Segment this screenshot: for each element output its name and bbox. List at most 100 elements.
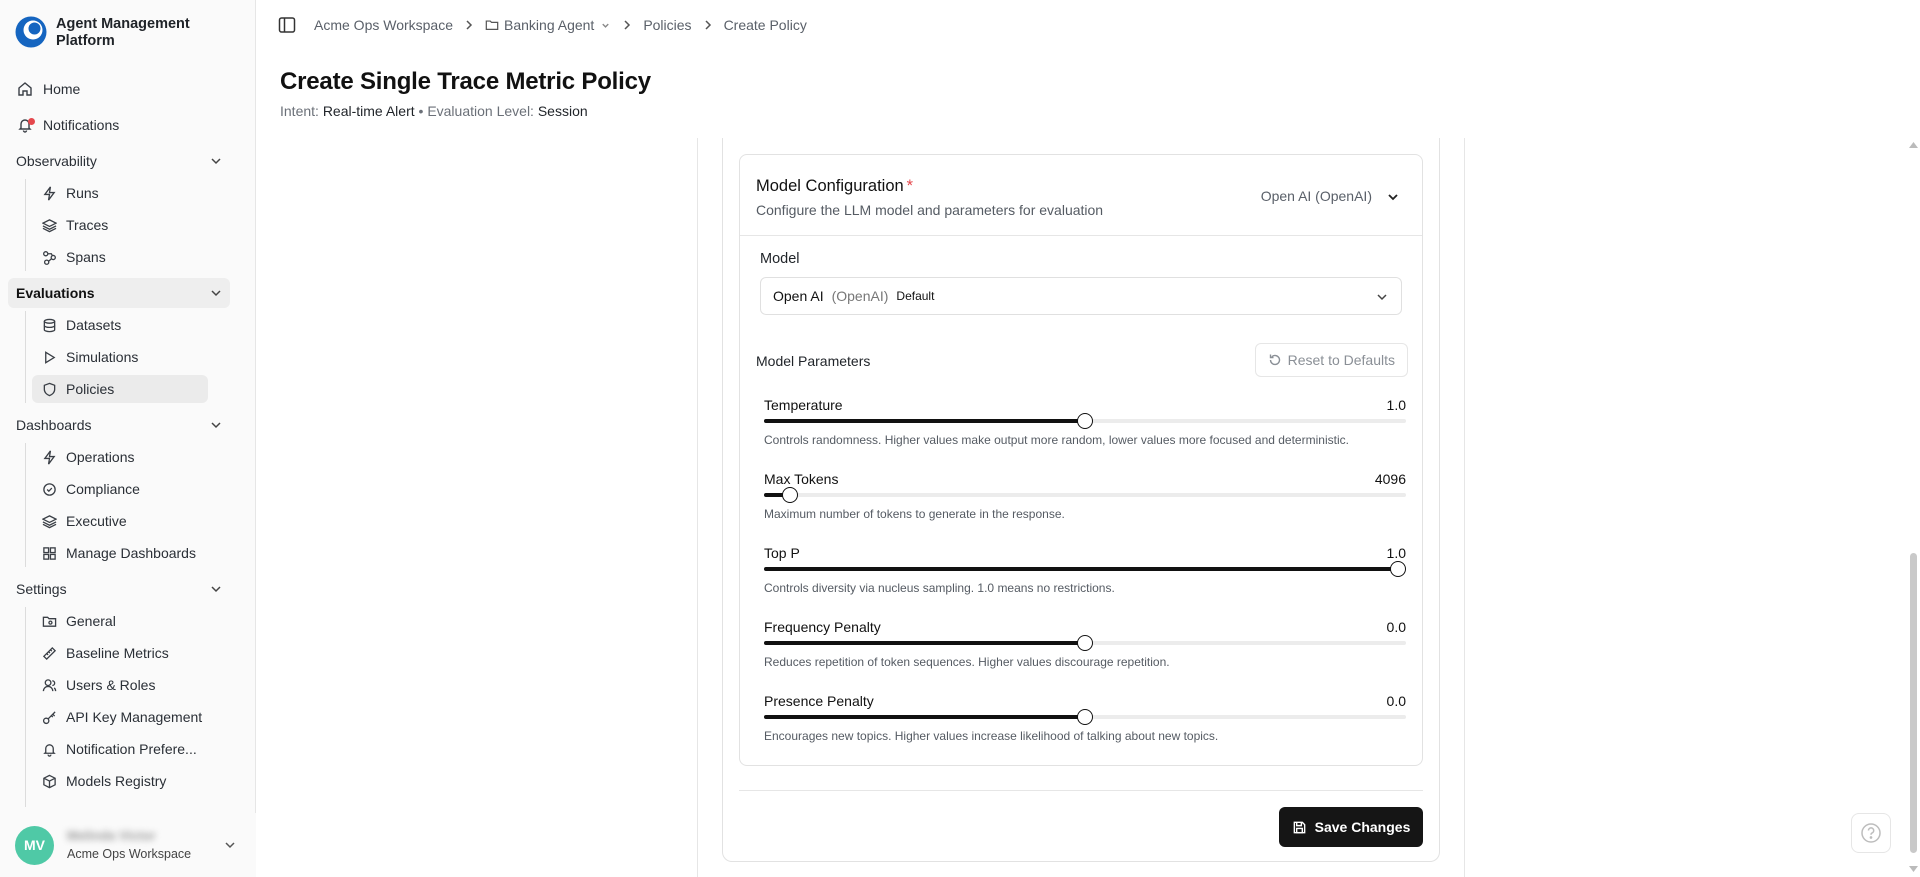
tree-line <box>25 311 26 403</box>
model-label: Model <box>760 251 800 267</box>
folder-icon <box>485 20 499 30</box>
avatar: MV <box>15 825 54 865</box>
slider-track[interactable] <box>764 487 1406 503</box>
workflow-icon <box>40 248 58 266</box>
breadcrumb: Acme Ops Workspace Banking Agent Policie… <box>314 17 807 33</box>
topbar: Acme Ops Workspace Banking Agent Policie… <box>256 0 1920 50</box>
slider-track[interactable] <box>764 561 1407 577</box>
section-evaluations[interactable]: Evaluations <box>8 278 230 308</box>
save-changes-label: Save Changes <box>1314 819 1411 835</box>
bell-settings-icon <box>40 740 58 758</box>
user-icon <box>40 676 58 694</box>
sidebar-item-spans[interactable]: Spans <box>32 243 208 271</box>
param-frequency-penalty: Frequency Penalty 0.0 Reduces repetition… <box>764 619 1406 681</box>
section-settings[interactable]: Settings <box>8 574 230 604</box>
nav-notifications[interactable]: Notifications <box>8 111 208 139</box>
sidebar-toggle-icon[interactable] <box>278 16 296 34</box>
slider-track[interactable] <box>764 413 1406 429</box>
param-help: Reduces repetition of token sequences. H… <box>764 655 1170 669</box>
model-configuration-card: Model Configuration * Configure the LLM m… <box>739 154 1423 766</box>
breadcrumb-policies[interactable]: Policies <box>643 17 691 33</box>
sidebar-item-label: Manage Dashboards <box>66 545 196 561</box>
sidebar-item-general[interactable]: General <box>32 607 208 635</box>
sidebar-item-traces[interactable]: Traces <box>32 211 208 239</box>
help-circle-icon <box>1861 823 1881 843</box>
sidebar-item-label: Executive <box>66 513 127 529</box>
param-max-tokens: Max Tokens 4096 Maximum number of tokens… <box>764 471 1406 533</box>
breadcrumb-agent[interactable]: Banking Agent <box>504 17 594 33</box>
model-select[interactable]: Open AI (OpenAI) Default <box>760 277 1402 315</box>
model-configuration-description: Configure the LLM model and parameters f… <box>756 202 1104 218</box>
slider-thumb[interactable] <box>781 487 798 503</box>
slider-fill <box>764 641 1085 645</box>
key-icon <box>40 708 58 726</box>
breadcrumb-workspace[interactable]: Acme Ops Workspace <box>314 17 453 33</box>
check-circle-icon <box>40 480 58 498</box>
scroll-down-icon[interactable] <box>1909 866 1918 872</box>
sidebar-item-label: Datasets <box>66 317 122 333</box>
reset-to-defaults-label: Reset to Defaults <box>1287 352 1395 368</box>
sidebar-item-label: Spans <box>66 249 106 265</box>
user-name: Melinda Victor <box>67 828 156 843</box>
user-menu[interactable]: MV Melinda Victor Acme Ops Workspace <box>0 813 256 877</box>
sidebar-item-models-registry[interactable]: Models Registry <box>32 767 208 795</box>
slider-track[interactable] <box>764 635 1406 651</box>
section-dashboards[interactable]: Dashboards <box>8 410 230 440</box>
sidebar-item-simulations[interactable]: Simulations <box>32 343 208 371</box>
database-icon <box>40 316 58 334</box>
sidebar-item-api-keys[interactable]: API Key Management <box>32 703 208 731</box>
home-icon <box>16 80 34 98</box>
chevron-down-icon <box>225 842 235 849</box>
param-presence-penalty: Presence Penalty 0.0 Encourages new topi… <box>764 693 1406 755</box>
chevron-down-icon[interactable] <box>1386 190 1400 204</box>
help-button[interactable] <box>1851 813 1891 853</box>
param-value: 1.0 <box>1386 397 1406 413</box>
ruler-icon <box>40 644 58 662</box>
notification-dot <box>28 118 35 125</box>
param-name: Presence Penalty <box>764 693 874 709</box>
sidebar-item-baseline-metrics[interactable]: Baseline Metrics <box>32 639 208 667</box>
section-observability[interactable]: Observability <box>8 146 230 176</box>
sidebar-item-runs[interactable]: Runs <box>32 179 208 207</box>
reset-to-defaults-button[interactable]: Reset to Defaults <box>1254 343 1408 377</box>
page-subtitle: Intent: Real-time Alert • Evaluation Lev… <box>280 103 588 119</box>
slider-track[interactable] <box>764 709 1406 725</box>
model-name: Open AI <box>773 288 824 304</box>
brand-logo-icon <box>15 16 47 48</box>
level-label: Evaluation Level: <box>427 103 534 119</box>
save-icon <box>1293 821 1305 833</box>
bell-icon <box>16 116 35 134</box>
scrollbar-thumb[interactable] <box>1910 553 1917 853</box>
slider-thumb[interactable] <box>1390 561 1407 577</box>
param-temperature: Temperature 1.0 Controls randomness. Hig… <box>764 397 1406 459</box>
chevron-down-icon <box>211 158 221 165</box>
slider-fill <box>764 715 1085 719</box>
sidebar-item-compliance[interactable]: Compliance <box>32 475 208 503</box>
section-dashboards-label: Dashboards <box>16 417 92 433</box>
brand[interactable]: Agent Management Platform <box>14 15 196 50</box>
sidebar-item-datasets[interactable]: Datasets <box>32 311 208 339</box>
param-help: Controls diversity via nucleus sampling.… <box>764 581 1115 595</box>
sidebar-item-users-roles[interactable]: Users & Roles <box>32 671 208 699</box>
slider-thumb[interactable] <box>1077 709 1093 725</box>
save-changes-button[interactable]: Save Changes <box>1279 807 1423 847</box>
model-configuration-header[interactable]: Model Configuration * Configure the LLM m… <box>740 155 1422 236</box>
slider-thumb[interactable] <box>1077 635 1093 651</box>
sidebar-item-notification-preferences[interactable]: Notification Prefere... <box>32 735 208 763</box>
grid-icon <box>40 544 58 562</box>
sidebar-item-label: Traces <box>66 217 109 233</box>
slider-thumb[interactable] <box>1077 413 1093 429</box>
sidebar-item-label: Baseline Metrics <box>66 645 169 661</box>
sidebar-item-policies[interactable]: Policies <box>32 375 208 403</box>
nav-home-label: Home <box>43 81 81 97</box>
intent-label: Intent: <box>280 103 319 119</box>
scroll-up-icon[interactable] <box>1909 142 1918 148</box>
footer-divider <box>739 790 1423 791</box>
sidebar-item-operations[interactable]: Operations <box>32 443 208 471</box>
sidebar-item-executive[interactable]: Executive <box>32 507 208 535</box>
sidebar-item-manage-dashboards[interactable]: Manage Dashboards <box>32 539 208 567</box>
brand-name: Agent Management Platform <box>56 16 190 49</box>
nav-home[interactable]: Home <box>8 75 208 103</box>
chevron-down-icon[interactable] <box>600 20 611 31</box>
scrollbar[interactable] <box>1906 138 1920 877</box>
